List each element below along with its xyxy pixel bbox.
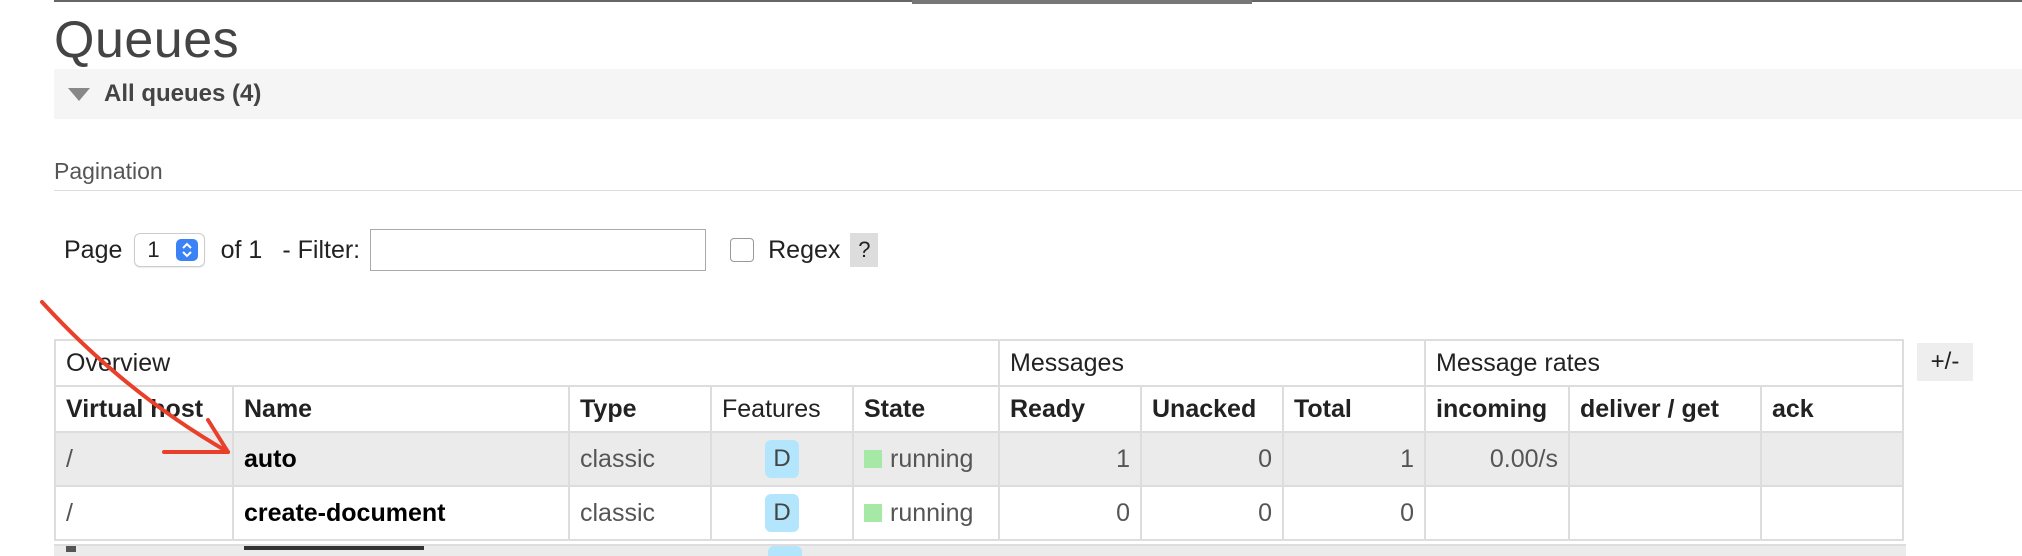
red-arrow-annotation <box>40 300 230 454</box>
arrow-shaft <box>40 300 230 454</box>
